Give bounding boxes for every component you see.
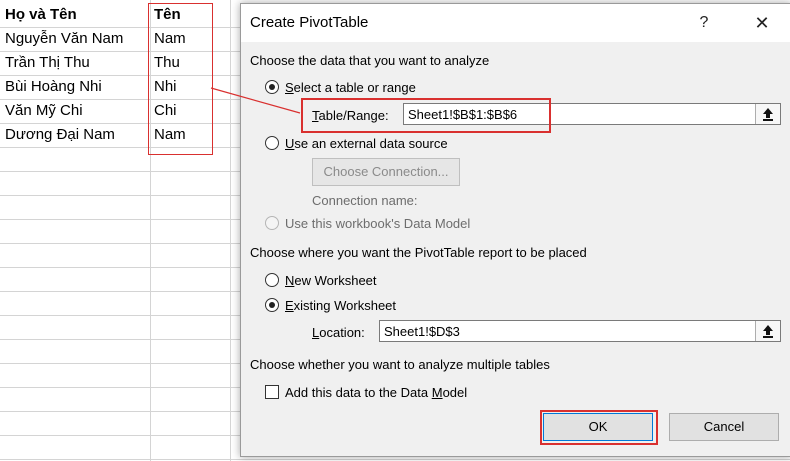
highlight-connector-line <box>210 87 301 114</box>
